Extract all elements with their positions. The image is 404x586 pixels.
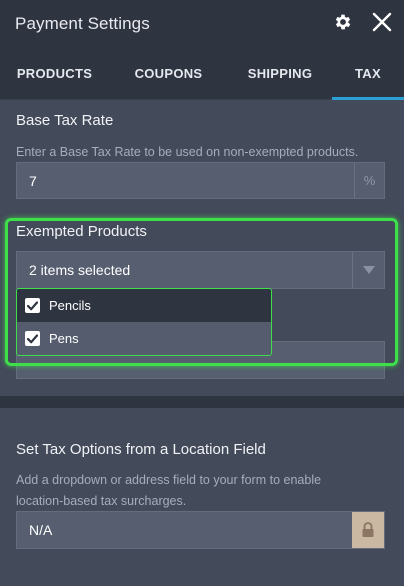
gear-icon[interactable] (333, 12, 353, 32)
modal-header: Payment Settings (0, 0, 404, 47)
percent-suffix: % (354, 163, 384, 198)
base-tax-input[interactable]: 7 % (16, 162, 385, 199)
base-tax-help: Enter a Base Tax Rate to be used on non-… (16, 145, 359, 159)
location-value: N/A (29, 522, 53, 538)
option-pencils[interactable]: Pencils (17, 289, 271, 322)
exempted-products-dropdown: Pencils Pens (16, 288, 272, 356)
checkbox-checked-icon[interactable] (25, 298, 40, 313)
option-label: Pencils (49, 298, 91, 313)
close-icon[interactable] (371, 11, 393, 33)
checkbox-checked-icon[interactable] (25, 331, 40, 346)
tab-tax[interactable]: TAX (332, 47, 404, 100)
tab-products[interactable]: PRODUCTS (0, 47, 109, 100)
exempted-products-title: Exempted Products (16, 223, 147, 240)
lock-icon (352, 512, 384, 548)
option-pens[interactable]: Pens (17, 322, 271, 355)
tab-shipping[interactable]: SHIPPING (228, 47, 332, 100)
tab-bar: PRODUCTS COUPONS SHIPPING TAX (0, 47, 404, 100)
base-tax-title: Base Tax Rate (16, 112, 114, 129)
page-title: Payment Settings (15, 13, 150, 33)
base-tax-value: 7 (29, 172, 37, 189)
location-help-line1: Add a dropdown or address field to your … (16, 473, 322, 487)
option-label: Pens (49, 331, 79, 346)
exempted-products-select[interactable]: 2 items selected (16, 251, 385, 289)
location-help-line2: location-based tax surcharges. (16, 494, 187, 508)
selected-count: 2 items selected (29, 262, 131, 278)
location-title: Set Tax Options from a Location Field (16, 441, 266, 458)
chevron-down-icon[interactable] (352, 252, 384, 288)
location-field-select[interactable]: N/A (16, 511, 385, 549)
tab-coupons[interactable]: COUPONS (109, 47, 228, 100)
